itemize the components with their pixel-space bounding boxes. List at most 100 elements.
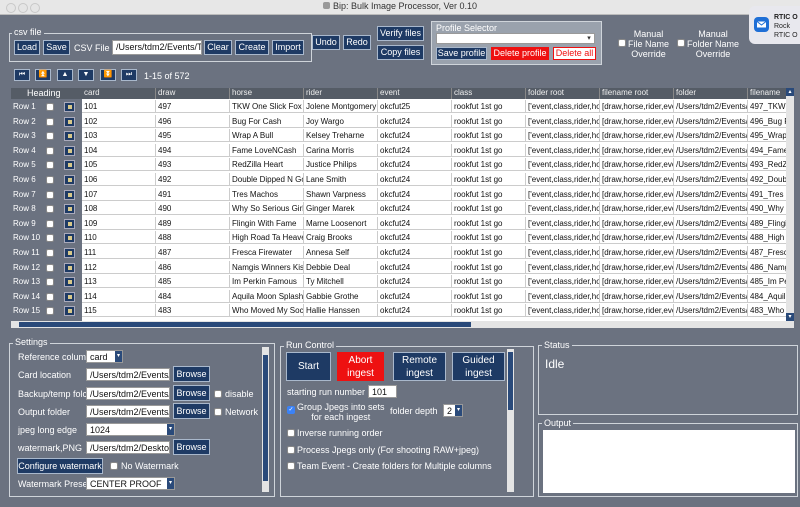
cell-filename-root[interactable]: [draw,horse,rider,even — [600, 100, 674, 113]
cell-card[interactable]: 106 — [82, 173, 156, 186]
cell-filename-root[interactable]: [draw,horse,rider,even — [600, 187, 674, 201]
backup-browse-button[interactable]: Browse — [173, 385, 210, 401]
abort-ingest-button[interactable]: Abort ingest — [337, 352, 384, 381]
cell-draw[interactable]: 489 — [156, 216, 230, 230]
group-jpegs-checkbox[interactable]: ✓ — [287, 406, 295, 414]
watermark-browse-button[interactable]: Browse — [173, 439, 210, 455]
cell-event[interactable]: okcfut24 — [378, 187, 452, 201]
column-header-event[interactable]: event — [378, 88, 452, 99]
cell-rider[interactable]: Craig Brooks — [304, 231, 378, 245]
cell-filename-root[interactable]: [draw,horse,rider,even — [600, 246, 674, 259]
remote-ingest-button[interactable]: Remote ingest — [393, 352, 446, 381]
cell-rider[interactable]: Shawn Varpness — [304, 187, 378, 201]
cell-folder-root[interactable]: ['event,class,rider,hor — [526, 275, 600, 289]
table-row[interactable]: 113 485 Im Perkin Famous Ty Mitchell okcfut2… — [82, 275, 792, 290]
cell-draw[interactable]: 483 — [156, 304, 230, 318]
cell-folder-root[interactable]: ['event,class,rider,hor — [526, 100, 600, 113]
cell-draw[interactable]: 485 — [156, 275, 230, 289]
cell-folder-root[interactable]: ['event,class,rider,hor — [526, 304, 600, 318]
cell-filename-root[interactable]: [draw,horse,rider,even — [600, 129, 674, 143]
output-text-area[interactable] — [543, 430, 795, 493]
inverse-running-order-checkbox[interactable] — [287, 429, 295, 437]
cell-horse[interactable]: Why So Serious Girls — [230, 202, 304, 216]
cell-horse[interactable]: Flingin With Fame — [230, 216, 304, 230]
cell-draw[interactable]: 494 — [156, 143, 230, 157]
cell-filename-root[interactable]: [draw,horse,rider,even — [600, 289, 674, 303]
cell-event[interactable]: okcfut24 — [378, 202, 452, 216]
cell-draw[interactable]: 497 — [156, 100, 230, 113]
page-up-icon[interactable]: ⏫ — [35, 69, 51, 81]
cell-card[interactable]: 113 — [82, 275, 156, 289]
table-row[interactable]: 111 487 Fresca Firewater Annesa Self okcfut2… — [82, 246, 792, 261]
cell-folder[interactable]: /Users/tdm2/Events/Tc — [674, 202, 748, 216]
cell-event[interactable]: okcfut24 — [378, 173, 452, 186]
row-edit-icon[interactable] — [64, 131, 75, 142]
row-edit-icon[interactable] — [64, 277, 75, 288]
cell-horse[interactable]: TKW One Slick Fox — [230, 100, 304, 113]
row-up-icon[interactable]: ▲ — [57, 69, 73, 81]
column-header-filename-root[interactable]: filename root — [600, 88, 674, 99]
cell-rider[interactable]: Carina Morris — [304, 143, 378, 157]
cell-event[interactable]: okcfut24 — [378, 289, 452, 303]
delete-profile-button[interactable]: Delete profile — [491, 47, 549, 60]
save-profile-button[interactable]: Save profile — [436, 47, 487, 60]
cell-class[interactable]: rookfut 1st go — [452, 187, 526, 201]
table-row[interactable]: 106492Double Dipped N GoldLane Smithokcf… — [82, 173, 792, 188]
cell-folder[interactable]: /Users/tdm2/Events/Tc — [674, 173, 748, 186]
cell-rider[interactable]: Joy Wargo — [304, 114, 378, 128]
page-down-icon[interactable]: ⏬ — [100, 69, 116, 81]
table-row[interactable]: 109 489 Flingin With Fame Marne Loosenort ok… — [82, 216, 792, 232]
cell-class[interactable]: rookfut 1st go — [452, 173, 526, 186]
cell-draw[interactable]: 488 — [156, 231, 230, 245]
no-watermark-checkbox[interactable] — [110, 462, 118, 470]
cell-horse[interactable]: Aquila Moon Splash — [230, 289, 304, 303]
row-select-checkbox[interactable] — [46, 278, 54, 287]
cell-card[interactable]: 102 — [82, 114, 156, 128]
starting-run-number-input[interactable]: 101 — [368, 385, 397, 398]
load-button[interactable]: Load — [14, 40, 40, 55]
cell-draw[interactable]: 496 — [156, 114, 230, 128]
import-button[interactable]: Import — [272, 40, 304, 55]
cell-horse[interactable]: Namgis Winners Kiss — [230, 260, 304, 274]
row-select-checkbox[interactable] — [46, 146, 54, 155]
row-select-checkbox[interactable] — [46, 263, 54, 272]
row-edit-icon[interactable] — [64, 233, 75, 244]
cell-rider[interactable]: Debbie Deal — [304, 260, 378, 274]
row-edit-icon[interactable] — [64, 306, 75, 317]
row-edit-icon[interactable] — [64, 248, 75, 258]
copy-files-button[interactable]: Copy files — [377, 45, 424, 60]
cell-folder-root[interactable]: ['event,class,rider,hor — [526, 202, 600, 216]
cell-rider[interactable]: Hallie Hanssen — [304, 304, 378, 318]
table-row[interactable]: 103 495 Wrap A Bull Kelsey Treharne okcfut24… — [82, 129, 792, 144]
cell-folder-root[interactable]: ['event,class,rider,hor — [526, 173, 600, 186]
backup-folder-input[interactable]: /Users/tdm2/Events/ — [86, 387, 170, 400]
cell-card[interactable]: 112 — [82, 260, 156, 274]
cell-horse[interactable]: Double Dipped N Gold — [230, 173, 304, 186]
cell-event[interactable]: okcfut24 — [378, 129, 452, 143]
cell-horse[interactable]: Fresca Firewater — [230, 246, 304, 259]
cell-folder[interactable]: /Users/tdm2/Events/Tc — [674, 289, 748, 303]
cell-folder-root[interactable]: ['event,class,rider,hor — [526, 129, 600, 143]
cell-folder-root[interactable]: ['event,class,rider,hor — [526, 158, 600, 172]
cell-class[interactable]: rookfut 1st go — [452, 202, 526, 216]
cell-class[interactable]: rookfut 1st go — [452, 216, 526, 230]
cell-event[interactable]: okcfut24 — [378, 216, 452, 230]
table-row[interactable]: 112 486 Namgis Winners Kiss Debbie Deal okcf… — [82, 260, 792, 276]
cell-filename-root[interactable]: [draw,horse,rider,even — [600, 143, 674, 157]
cell-filename-root[interactable]: [draw,horse,rider,even — [600, 114, 674, 128]
watermark-preset-select[interactable]: CENTER PROOF — [86, 477, 175, 490]
row-edit-icon[interactable] — [64, 204, 75, 215]
cell-event[interactable]: okcfut24 — [378, 304, 452, 318]
cell-draw[interactable]: 492 — [156, 173, 230, 186]
cell-folder-root[interactable]: ['event,class,rider,hor — [526, 114, 600, 128]
cell-horse[interactable]: Who Moved My Socks — [230, 304, 304, 318]
table-row[interactable]: 115 483 Who Moved My Socks Hallie Hanssen ok… — [82, 304, 792, 319]
cell-draw[interactable]: 493 — [156, 158, 230, 172]
disable-checkbox[interactable] — [214, 390, 222, 398]
table-row[interactable]: 110 488 High Road Ta Heaven Craig Brooks okc… — [82, 231, 792, 246]
last-page-icon[interactable]: ⏭ — [121, 69, 137, 81]
delete-all-button[interactable]: Delete all — [553, 47, 596, 60]
run-control-scrollbar[interactable] — [507, 349, 514, 492]
table-row[interactable]: 108 490 Why So Serious Girls Ginger Marek ok… — [82, 202, 792, 217]
configure-watermark-button[interactable]: Configure watermark — [17, 458, 103, 474]
